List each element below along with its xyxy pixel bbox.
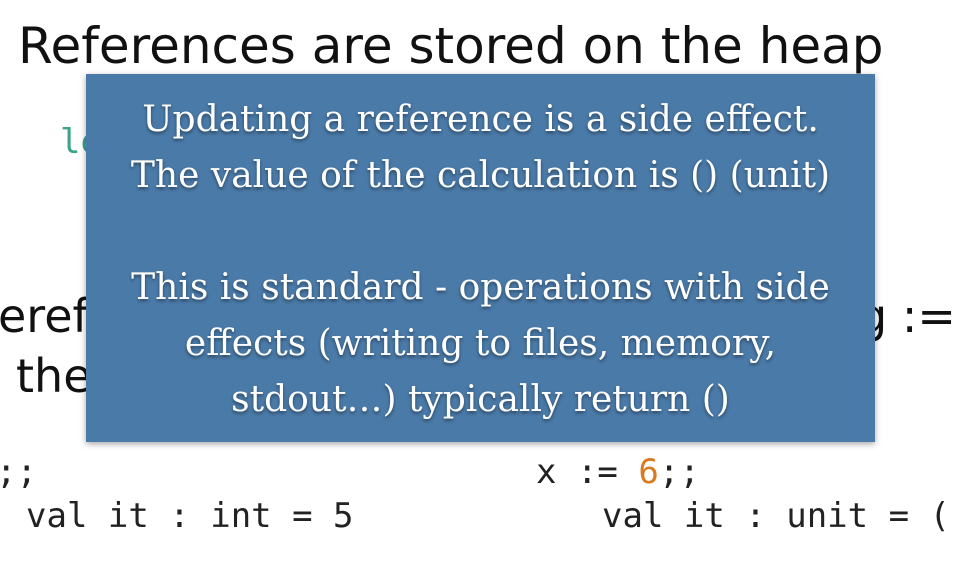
callout-line-5: stdout…) typically return () [231,379,730,420]
left-code-input: ;; [0,452,37,492]
slide-title: References are stored on the heap [18,17,884,75]
slide: References are stored on the heap le ere… [0,0,976,580]
code-terminator: ;; [658,452,700,492]
code-number: 6 [638,452,659,492]
right-code-output: val it : unit = ( [602,496,950,536]
left-code-output: val it : int = 5 [26,496,354,536]
callout-line-3: This is standard - operations with side [131,267,830,308]
callout-spacer [86,204,875,260]
callout-box: Updating a reference is a side effect. T… [86,74,875,442]
right-code-input: x := 6;; [536,452,700,492]
callout-line-1: Updating a reference is a side effect. [142,99,819,140]
code-assign: x := [536,452,639,492]
partial-text-left-1: eref [0,289,89,343]
callout-line-4: effects (writing to files, memory, [184,323,777,364]
callout-line-2: The value of the calculation is () (unit… [130,155,831,196]
partial-text-left-2: the [16,349,92,403]
